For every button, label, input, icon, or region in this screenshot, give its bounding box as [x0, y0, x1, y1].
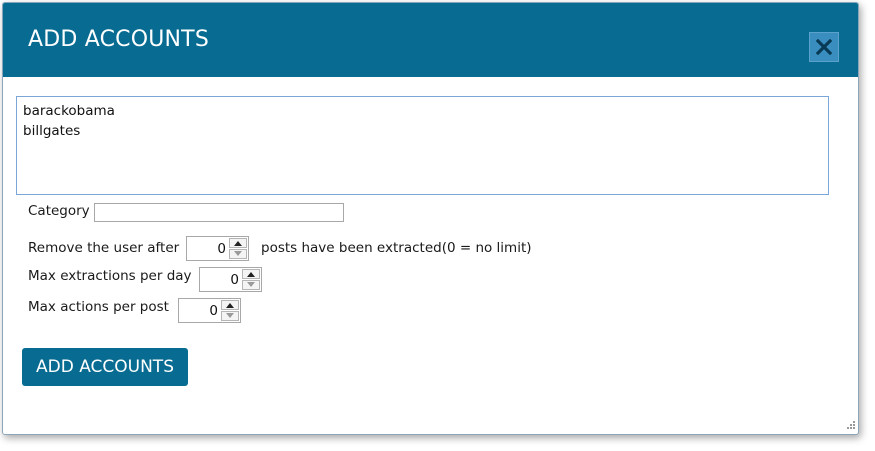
add-accounts-dialog: ADD ACCOUNTS barackobama billgates Categ… — [2, 2, 859, 435]
category-label: Category — [28, 203, 90, 219]
arrow-up-icon — [247, 272, 255, 277]
account-line: billgates — [23, 123, 81, 139]
arrow-up-icon — [226, 303, 234, 308]
dialog-title: ADD ACCOUNTS — [28, 27, 209, 52]
accounts-textarea[interactable]: barackobama billgates — [16, 96, 829, 195]
spin-down-button[interactable] — [229, 249, 247, 259]
max-extractions-label: Max extractions per day — [28, 268, 192, 284]
spin-up-button[interactable] — [242, 269, 260, 279]
spin-up-button[interactable] — [229, 238, 247, 248]
spin-down-button[interactable] — [242, 280, 260, 290]
remove-user-label: Remove the user after — [28, 240, 180, 256]
close-button[interactable] — [809, 32, 839, 62]
category-input[interactable] — [94, 203, 344, 222]
dialog-titlebar: ADD ACCOUNTS — [3, 3, 858, 77]
max-actions-value: 0 — [209, 303, 218, 319]
account-line: barackobama — [23, 103, 115, 119]
max-actions-label: Max actions per post — [28, 299, 169, 315]
arrow-down-icon — [226, 313, 234, 318]
resize-grip-icon[interactable] — [844, 420, 856, 432]
spin-up-button[interactable] — [221, 300, 239, 310]
arrow-down-icon — [247, 282, 255, 287]
remove-user-value: 0 — [217, 241, 226, 257]
max-actions-spinner[interactable]: 0 — [178, 298, 241, 323]
close-x-icon — [816, 39, 832, 55]
arrow-down-icon — [234, 251, 242, 256]
add-accounts-button[interactable]: ADD ACCOUNTS — [22, 348, 188, 386]
spin-down-button[interactable] — [221, 311, 239, 321]
max-extractions-value: 0 — [230, 272, 239, 288]
max-extractions-spinner[interactable]: 0 — [199, 267, 262, 292]
arrow-up-icon — [234, 241, 242, 246]
remove-user-suffix: posts have been extracted(0 = no limit) — [261, 240, 532, 256]
remove-user-spinner[interactable]: 0 — [186, 236, 249, 261]
